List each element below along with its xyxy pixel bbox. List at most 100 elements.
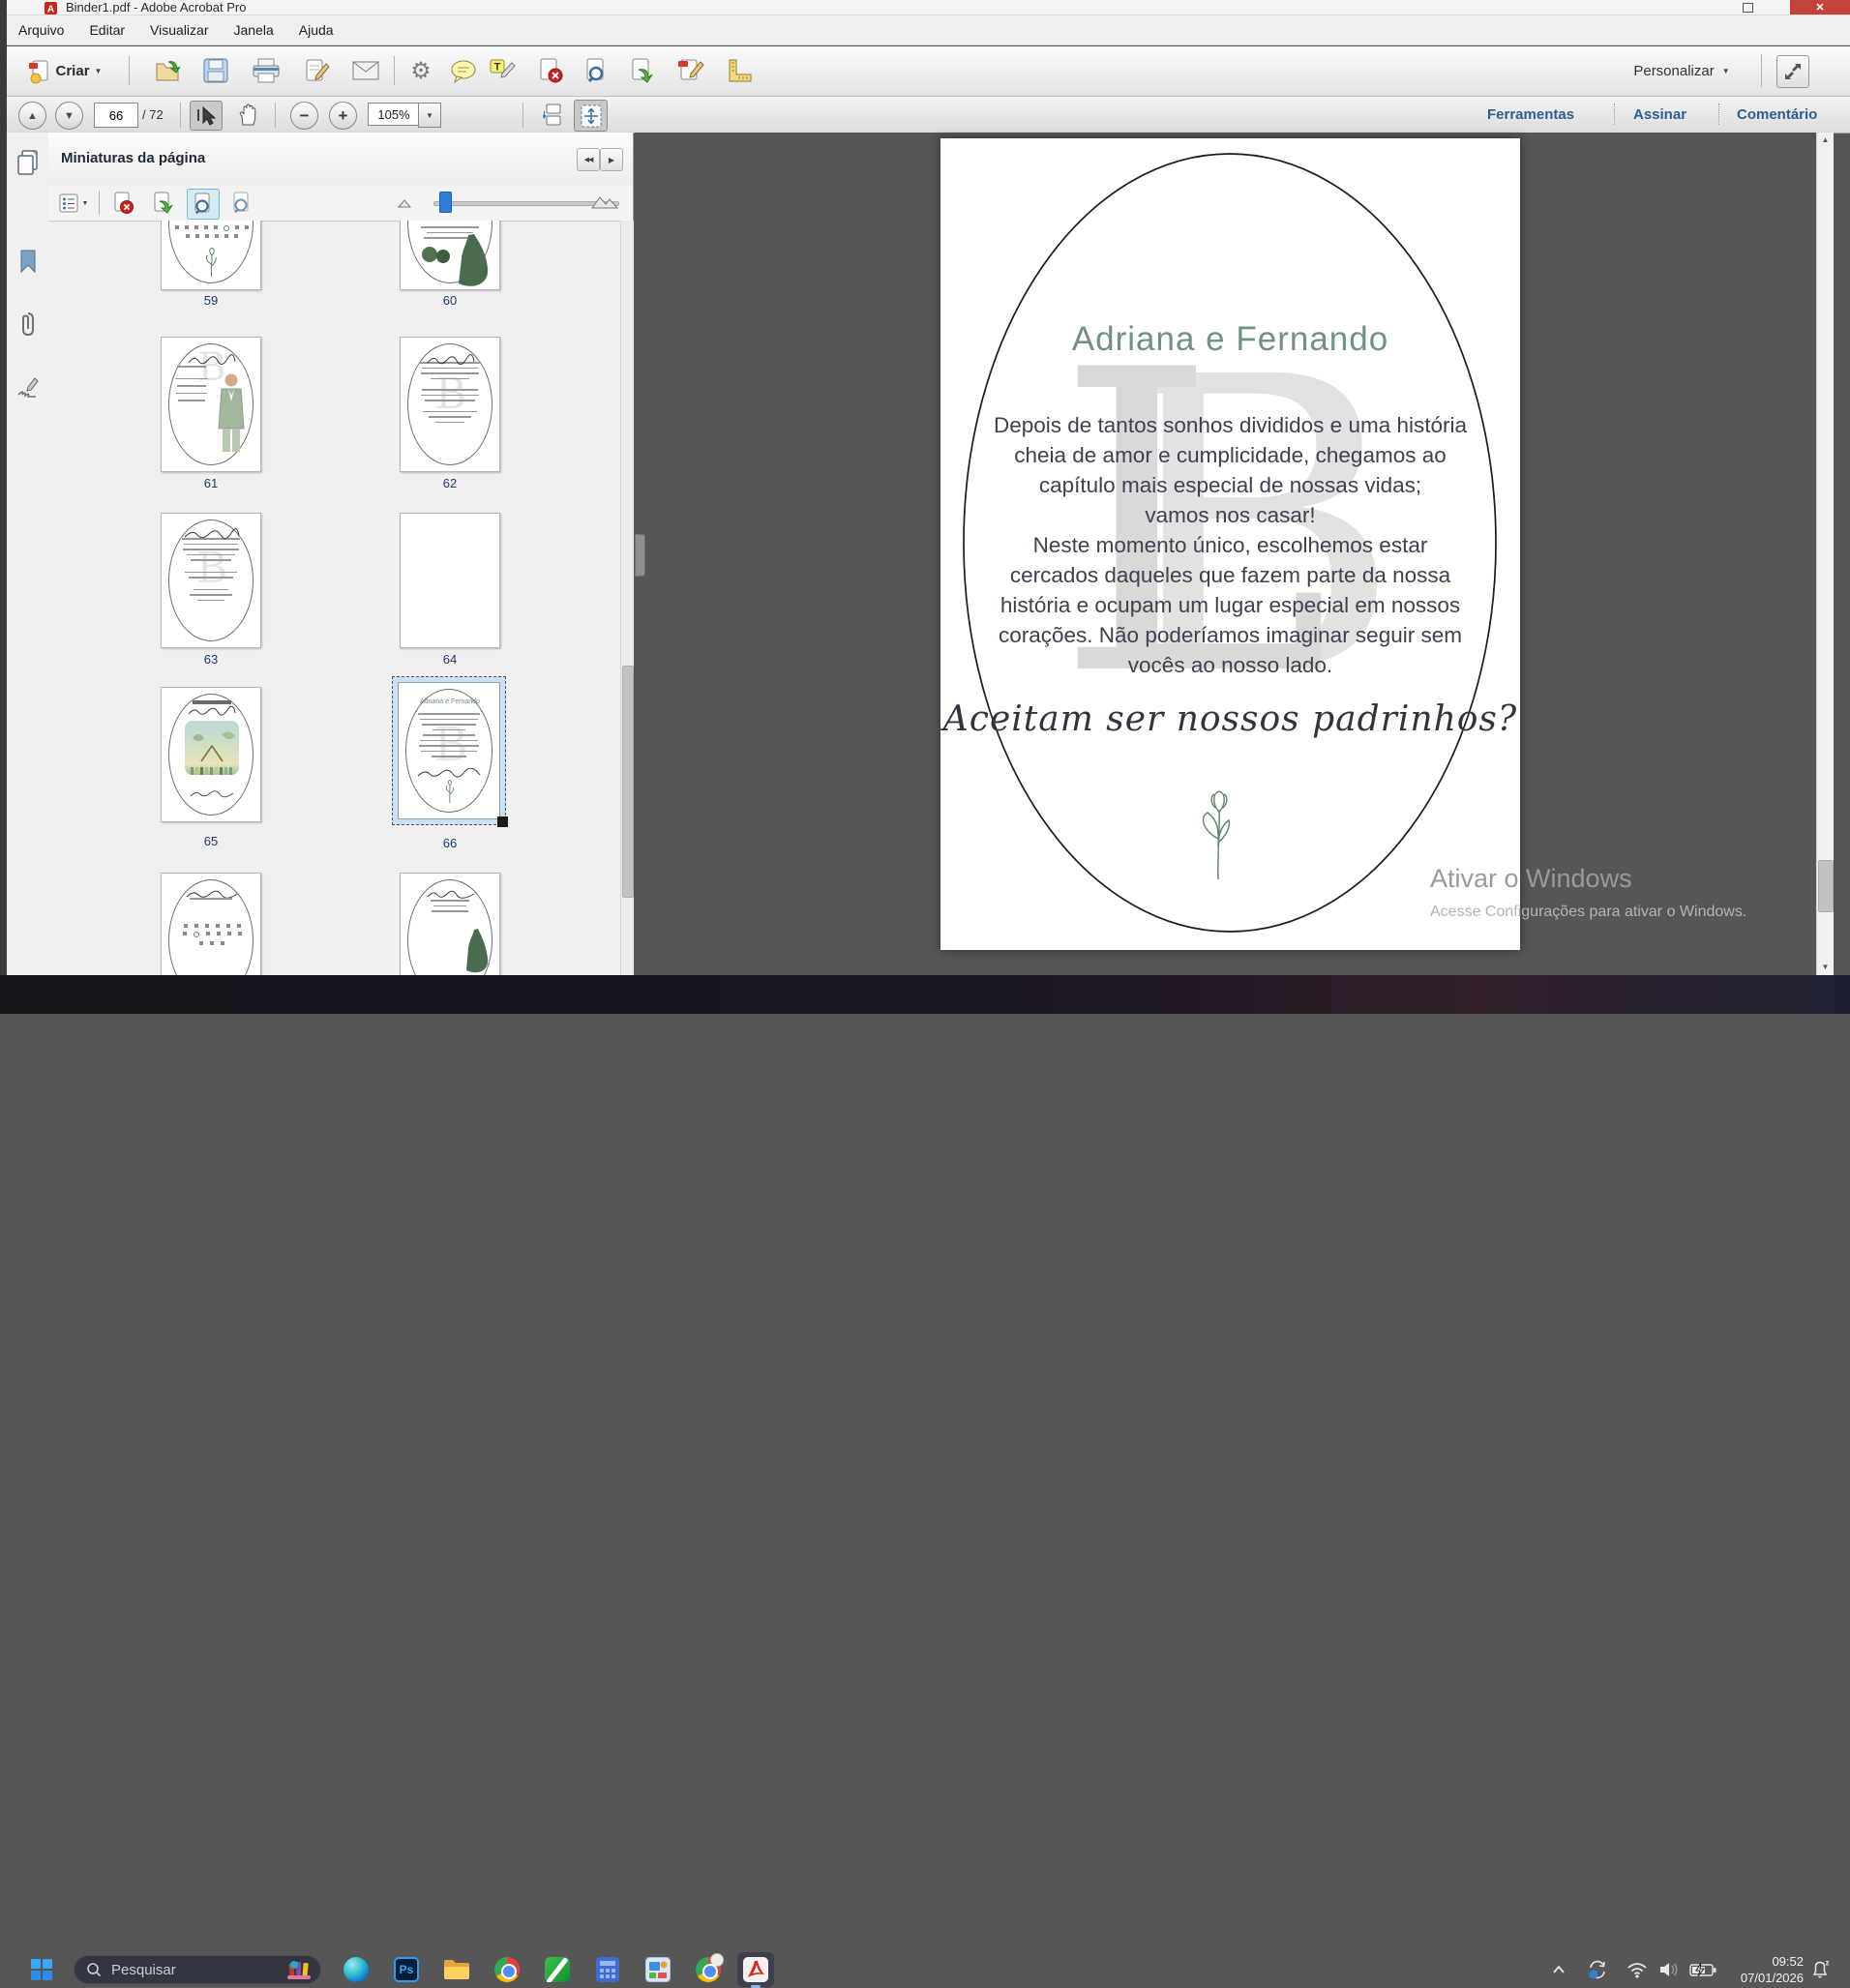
bookmarks-tab[interactable] (15, 247, 42, 276)
document-page[interactable]: L B Adriana e Fernando Depois de tantos … (940, 138, 1520, 950)
panel-collapse-button[interactable]: ◀◀ (577, 148, 600, 171)
profile-badge (710, 1953, 724, 1967)
taskbar-notes-app[interactable] (543, 1955, 572, 1984)
taskbar-chrome[interactable] (492, 1955, 522, 1984)
zoom-in-button[interactable]: + (329, 102, 357, 130)
menu-editar[interactable]: Editar (78, 18, 135, 42)
panel-splitter-grip[interactable] (635, 534, 645, 577)
maximize-button[interactable] (1735, 1, 1760, 14)
taskbar-edge[interactable] (342, 1955, 371, 1984)
close-button[interactable]: ✕ (1790, 0, 1850, 15)
mini-tulip (202, 248, 222, 279)
menu-arquivo[interactable]: Arquivo (8, 18, 75, 42)
thumbnail-page-61[interactable]: B (161, 337, 261, 472)
thumbnail-page-60[interactable] (400, 221, 500, 290)
thumbnails-scrollbar[interactable] (620, 221, 634, 975)
zoom-level-value[interactable]: 105% (368, 103, 420, 126)
personalizar-button[interactable]: Personalizar ▼ (1624, 57, 1740, 84)
taskbar-photoshop[interactable]: Ps (392, 1955, 421, 1984)
scroll-down-arrow[interactable]: ▼ (1817, 960, 1834, 975)
highlight-text-button[interactable]: T (487, 56, 518, 85)
page-thumbnails-tab[interactable] (14, 147, 43, 178)
thumbnail-page-59[interactable] (161, 221, 261, 290)
delete-pages-button[interactable] (535, 56, 566, 85)
panel-delete-page-button[interactable] (108, 190, 137, 217)
navigation-toolbar: ▲ ▼ / 72 − + 105% ▼ Ferramentas Assinar … (0, 97, 1850, 134)
thumbnail-page-62[interactable]: B (400, 337, 500, 472)
body-line: cheia de amor e cumplicidade, chegamos a… (940, 440, 1520, 470)
page-magnifier-small-icon (230, 192, 254, 215)
selection-resize-handle[interactable] (497, 816, 508, 827)
highlighter-icon: T (489, 58, 516, 83)
fullscreen-button[interactable] (1776, 55, 1809, 88)
envelope-icon (352, 61, 379, 80)
thumbnail-page-67-partial[interactable] (161, 873, 261, 975)
taskbar-file-explorer[interactable] (442, 1955, 471, 1984)
signatures-tab[interactable] (15, 372, 42, 401)
zoom-out-button[interactable]: − (290, 102, 318, 130)
menu-ajuda[interactable]: Ajuda (288, 18, 344, 42)
sign-document-button[interactable] (302, 56, 333, 85)
taskbar-chrome-profile[interactable] (694, 1955, 723, 1984)
menu-janela[interactable]: Janela (223, 18, 283, 42)
document-scrollbar-thumb[interactable] (1818, 860, 1834, 912)
start-button[interactable] (27, 1955, 56, 1984)
email-button[interactable] (350, 58, 381, 83)
find-page-button[interactable] (581, 56, 612, 85)
taskbar-photos-app[interactable] (643, 1955, 672, 1984)
tray-notifications[interactable]: z (1807, 1958, 1833, 1981)
comment-button[interactable] (448, 58, 479, 85)
body-line: vamos nos casar! (940, 500, 1520, 530)
tab-assinar[interactable]: Assinar (1633, 106, 1686, 123)
page-label-64: 64 (400, 652, 500, 667)
tab-comentario[interactable]: Comentário (1737, 106, 1817, 123)
thumbnail-page-65[interactable] (161, 687, 261, 822)
thumbnail-page-64-blank[interactable] (400, 513, 500, 648)
print-button[interactable] (250, 56, 283, 85)
scroll-up-arrow[interactable]: ▲ (1817, 133, 1834, 148)
invite-script-question: Aceitam ser nossos padrinhos? (940, 699, 1520, 739)
hand-tool-button[interactable] (232, 101, 263, 129)
search-icon (86, 1962, 102, 1977)
criar-button[interactable]: Criar ▼ (12, 55, 118, 87)
taskbar-calculator[interactable] (593, 1955, 622, 1984)
scrolling-mode-button[interactable] (538, 101, 569, 129)
tray-clock[interactable]: 09:52 07/01/2026 (1724, 1953, 1804, 1986)
panel-export-page-button[interactable] (149, 190, 178, 217)
page-number-input[interactable] (94, 103, 138, 128)
thumbnail-size-slider-thumb[interactable] (439, 192, 452, 213)
tray-wifi[interactable] (1625, 1958, 1650, 1981)
previous-page-button[interactable]: ▲ (18, 102, 46, 130)
panel-next-button[interactable]: ▶ (600, 148, 623, 171)
tray-sync[interactable] (1585, 1958, 1610, 1981)
tray-volume[interactable] (1656, 1958, 1682, 1981)
thumbnail-page-66-card: B Adriana e Fernando (398, 682, 500, 819)
zoom-dropdown-button[interactable]: ▼ (418, 103, 441, 128)
thumbnail-page-68-partial[interactable] (400, 873, 500, 975)
tray-hidden-icons[interactable] (1548, 1958, 1569, 1981)
taskbar-search[interactable]: Pesquisar (74, 1955, 321, 1984)
select-tool-button[interactable] (190, 101, 223, 131)
panel-options-button[interactable]: ▼ (56, 191, 91, 216)
panel-zoom-in-page-button[interactable] (187, 189, 220, 220)
photoshop-icon: Ps (394, 1957, 419, 1982)
save-button[interactable] (200, 56, 231, 85)
measure-button[interactable] (724, 56, 755, 85)
document-scrollbar[interactable]: ▲ ▼ (1816, 133, 1834, 975)
export-page-button[interactable] (627, 56, 658, 85)
open-button[interactable] (153, 56, 184, 85)
thumbnail-page-63[interactable]: B (161, 513, 261, 648)
menu-visualizar[interactable]: Visualizar (139, 18, 219, 42)
tray-battery[interactable] (1687, 1958, 1718, 1981)
settings-button[interactable]: ⚙ (406, 56, 435, 85)
next-page-button[interactable]: ▼ (55, 102, 83, 130)
edit-flag-button[interactable] (675, 56, 706, 85)
taskbar-acrobat[interactable] (741, 1955, 770, 1984)
thumbnail-page-66-selected[interactable]: B Adriana e Fernando (392, 676, 506, 825)
panel-zoom-out-page-button[interactable] (227, 190, 256, 217)
thumbnails-scrollbar-thumb[interactable] (622, 666, 634, 898)
mini-dress-illustration (451, 928, 493, 975)
tab-ferramentas[interactable]: Ferramentas (1487, 106, 1574, 123)
attachments-tab[interactable] (15, 310, 42, 339)
fit-page-button[interactable] (574, 100, 608, 132)
